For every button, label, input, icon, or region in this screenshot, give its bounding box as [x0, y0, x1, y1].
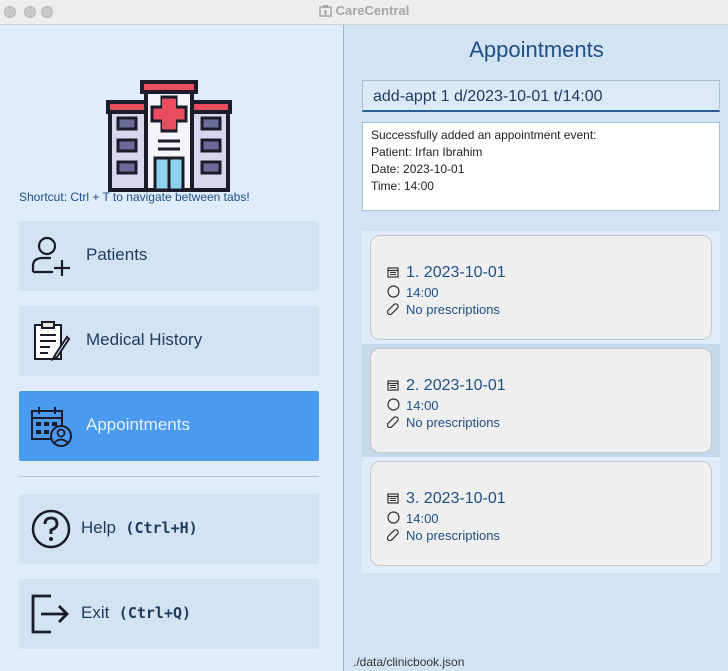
sidebar-divider [19, 476, 319, 477]
shortcut-hint: Shortcut: Ctrl + T to navigate between t… [19, 190, 250, 204]
nav-patients-button[interactable]: Patients [19, 221, 319, 291]
result-line: Successfully added an appointment event: [371, 128, 597, 142]
clock-icon [387, 511, 400, 527]
appointment-title: 1. 2023-10-01 [406, 264, 506, 281]
calendar-icon [387, 378, 400, 396]
result-display: Successfully added an appointment event:… [362, 122, 720, 211]
sidebar: Shortcut: Ctrl + T to navigate between t… [0, 25, 344, 671]
help-label-wrap: Help (Ctrl+H) [81, 518, 198, 538]
hospital-logo-icon [106, 80, 232, 192]
result-line: Patient: Irfan Ibrahim [371, 145, 483, 159]
exit-label-wrap: Exit (Ctrl+Q) [81, 603, 191, 623]
nav-appointments-button[interactable]: Appointments [19, 391, 319, 461]
exit-label: Exit [81, 603, 110, 622]
command-text: add-appt 1 d/2023-10-01 t/14:00 [373, 88, 603, 105]
appointment-time-line: 14:00 [387, 511, 439, 527]
pill-icon [386, 302, 400, 318]
exit-icon [31, 594, 69, 634]
window-title-wrap: CareCentral [0, 3, 728, 20]
app-window: CareCentral Shortcut: Ctrl + T to naviga… [0, 0, 728, 671]
appointment-time: 14:00 [406, 511, 439, 526]
appointment-row-selected[interactable]: 2. 2023-10-01 14:00 No prescriptions [362, 344, 720, 457]
appointment-prescriptions-line: No prescriptions [386, 302, 500, 318]
appointment-prescriptions: No prescriptions [406, 302, 500, 317]
appointment-title-line: 1. 2023-10-01 [387, 264, 506, 283]
calendar-icon [387, 491, 400, 509]
appointment-title: 3. 2023-10-01 [406, 490, 506, 507]
help-shortcut: (Ctrl+H) [125, 519, 198, 537]
appointment-prescriptions: No prescriptions [406, 528, 500, 543]
title-bar: CareCentral [0, 0, 728, 25]
appointment-row[interactable]: 3. 2023-10-01 14:00 No prescriptions [362, 457, 720, 570]
appointment-time-line: 14:00 [387, 398, 439, 414]
window-title: CareCentral [335, 3, 410, 18]
result-line: Date: 2023-10-01 [371, 162, 465, 176]
nav-patients-label: Patients [86, 245, 148, 264]
exit-button[interactable]: Exit (Ctrl+Q) [19, 579, 319, 649]
clipboard-icon [34, 321, 71, 362]
page-title: Appointments [469, 37, 604, 62]
status-bar-path: ./data/clinicbook.json [353, 655, 465, 669]
appointment-card[interactable]: 2. 2023-10-01 14:00 No prescriptions [370, 348, 712, 453]
patient-add-icon [31, 236, 70, 276]
appointment-prescriptions-line: No prescriptions [386, 415, 500, 431]
appointment-card[interactable]: 3. 2023-10-01 14:00 No prescriptions [370, 461, 712, 566]
appointment-time: 14:00 [406, 285, 439, 300]
app-title-icon [318, 5, 332, 20]
result-line: Time: 14:00 [371, 179, 434, 193]
clock-icon [387, 285, 400, 301]
appointment-title-line: 3. 2023-10-01 [387, 490, 506, 509]
appointment-time: 14:00 [406, 398, 439, 413]
appointment-title-line: 2. 2023-10-01 [387, 377, 506, 396]
question-icon [31, 509, 71, 549]
calendar-icon [387, 265, 400, 283]
nav-medical-history-label: Medical History [86, 330, 203, 349]
appointment-row[interactable]: 1. 2023-10-01 14:00 No prescriptions [362, 231, 720, 344]
appointment-title: 2. 2023-10-01 [406, 377, 506, 394]
exit-shortcut: (Ctrl+Q) [118, 604, 192, 622]
pill-icon [386, 528, 400, 544]
appointment-prescriptions-line: No prescriptions [386, 528, 500, 544]
help-label: Help [81, 518, 116, 537]
help-button[interactable]: Help (Ctrl+H) [19, 494, 319, 564]
appointment-time-line: 14:00 [387, 285, 439, 301]
appointment-list[interactable]: 1. 2023-10-01 14:00 No prescriptions 2. … [362, 231, 720, 573]
command-input[interactable]: add-appt 1 d/2023-10-01 t/14:00 [362, 80, 720, 112]
appointment-prescriptions: No prescriptions [406, 415, 500, 430]
clock-icon [387, 398, 400, 414]
appointment-card[interactable]: 1. 2023-10-01 14:00 No prescriptions [370, 235, 712, 340]
nav-appointments-label: Appointments [86, 415, 190, 434]
pill-icon [386, 415, 400, 431]
calendar-doctor-icon [31, 407, 72, 447]
main-panel: Appointments add-appt 1 d/2023-10-01 t/1… [345, 25, 728, 671]
nav-medical-history-button[interactable]: Medical History [19, 306, 319, 376]
